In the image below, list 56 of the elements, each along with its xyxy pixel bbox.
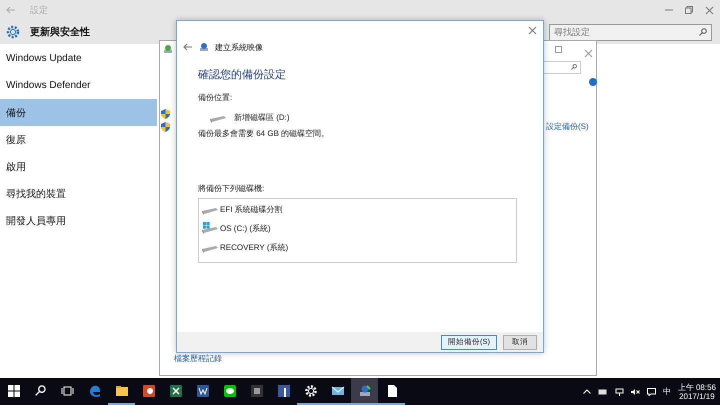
settings-icon[interactable] [304, 384, 318, 398]
mail-icon[interactable] [330, 384, 344, 398]
clock-time[interactable]: 上午 08:56 [678, 382, 716, 392]
shield-icon [161, 122, 170, 132]
mute-icon[interactable] [630, 388, 640, 396]
start-icon[interactable] [8, 384, 20, 396]
back-icon[interactable] [183, 43, 193, 51]
nav-item[interactable]: Windows Update [0, 45, 157, 72]
drive-name: EFI 系統磁碟分割 [220, 204, 283, 214]
search-icon[interactable] [35, 385, 46, 396]
close-icon[interactable] [705, 6, 714, 14]
location-label: 備份位置: [198, 92, 234, 103]
window-title: 設定 [30, 4, 48, 16]
clock-date[interactable]: 2017/1/19 [679, 392, 715, 400]
search-field[interactable]: 尋找設定 [549, 24, 712, 40]
nav-item[interactable]: 尋找我的裝置 [0, 180, 157, 207]
nav-item[interactable]: Windows Defender [0, 72, 157, 99]
nav-item[interactable]: 備份 [0, 99, 157, 126]
dialog-heading: 確認您的備份設定 [198, 68, 287, 82]
maximize-icon[interactable] [555, 46, 562, 53]
folder-icon[interactable] [114, 384, 128, 398]
battery-icon[interactable] [598, 388, 608, 394]
spreadsheet-app-icon[interactable] [168, 384, 182, 398]
input-method-indicator[interactable]: 中 [662, 386, 671, 397]
chevron-up-icon[interactable] [582, 389, 591, 394]
drive-name: OS (C:) (系統) [220, 222, 271, 234]
browser-icon[interactable] [88, 384, 102, 398]
document-app-icon[interactable] [196, 384, 210, 398]
network-icon[interactable] [614, 387, 624, 396]
restore-icon[interactable] [685, 6, 693, 14]
search-icon [571, 64, 577, 70]
nav-item[interactable]: 啟用 [0, 153, 157, 180]
close-icon[interactable] [584, 49, 593, 58]
slides-app-icon[interactable] [142, 384, 156, 398]
drives-label: 將備份下列磁碟機: [198, 183, 266, 194]
social-app-icon[interactable] [276, 384, 290, 398]
location-drive: 新增磁碟區 (D:) [234, 112, 290, 122]
search-input[interactable]: 尋找設定 [554, 27, 699, 37]
windows-drive-icon [202, 222, 218, 234]
chat-app-icon[interactable] [222, 384, 236, 398]
nav-item[interactable]: 復原 [0, 126, 157, 153]
close-icon[interactable] [528, 26, 537, 34]
drive-name: RECOVERY (系統) [220, 242, 288, 252]
section-title: 更新與安全性 [30, 25, 90, 39]
nav-item[interactable]: 開發人員專用 [0, 207, 157, 234]
search-icon [699, 28, 707, 36]
notification-icon[interactable] [646, 388, 656, 396]
help-icon[interactable] [589, 78, 597, 86]
space-note: 備份最多會需要 64 GB 的磁碟空間。 [198, 128, 330, 139]
file-history-link[interactable]: 檔案歷程記錄 [174, 353, 222, 364]
minimize-icon[interactable] [665, 9, 673, 11]
shield-icon [161, 109, 170, 119]
settings-icon [6, 25, 20, 39]
setup-backup-link[interactable]: 設定備份(S) [546, 121, 589, 132]
task-view-icon[interactable] [61, 386, 74, 396]
dialog-title: 建立系統映像 [215, 42, 263, 52]
